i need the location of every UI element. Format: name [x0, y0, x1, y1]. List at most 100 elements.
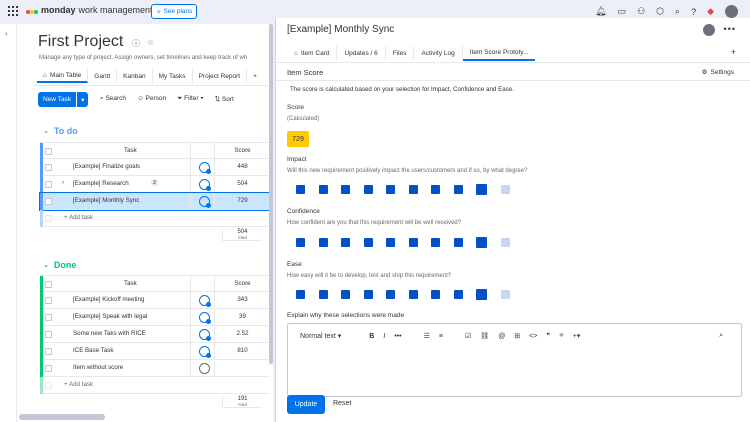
checklist-icon[interactable]: ☑ [465, 332, 471, 340]
item-title[interactable]: [Example] Monthly Sync [287, 24, 394, 35]
bell-icon[interactable]: 🔔︎ [595, 6, 606, 17]
settings-button[interactable]: ⚙ Settings [702, 68, 734, 77]
scale-option-10[interactable] [500, 290, 510, 299]
task-name[interactable]: [Example] Kickoff meeting [73, 296, 144, 303]
scale-option-2[interactable] [318, 185, 328, 194]
scale-option-4[interactable] [363, 238, 373, 247]
update-button[interactable]: Update [287, 395, 325, 414]
more-options-icon[interactable]: ••• [724, 24, 736, 34]
tab-updates[interactable]: Updates / 6 [337, 46, 386, 61]
new-task-button[interactable]: New Task ▾ [38, 92, 89, 107]
header-task[interactable]: Task [124, 147, 137, 154]
avatar[interactable] [702, 23, 716, 37]
scale-option-5[interactable] [386, 290, 395, 299]
table-row[interactable]: › [Example] Research 2 504 [40, 176, 270, 193]
inbox-icon[interactable]: ▭ [618, 6, 627, 17]
task-name[interactable]: [Example] Research [73, 180, 129, 187]
table-row[interactable]: [Example] Speak with legal 39 [40, 309, 270, 326]
scale-option-2[interactable] [318, 238, 328, 247]
mention-icon[interactable]: @ [498, 333, 505, 340]
filter-button[interactable]: ⏷ Filter ▾ [177, 95, 203, 103]
score-cell[interactable]: 39 [215, 313, 270, 320]
table-row[interactable]: [Example] Finalize goals 448 [40, 159, 270, 176]
scale-option-6[interactable] [408, 185, 418, 194]
scale-option-2[interactable] [318, 290, 328, 299]
invite-icon[interactable]: ⚇ [637, 6, 645, 17]
scale-option-8[interactable] [453, 290, 463, 299]
score-cell[interactable]: 448 [215, 163, 270, 170]
ai-icon[interactable]: ⟡ [559, 332, 564, 340]
table-row[interactable]: Some new Taks with RICE 2.52 [40, 326, 270, 343]
row-checkbox[interactable] [45, 314, 52, 321]
header-score[interactable]: Score [215, 280, 270, 287]
row-checkbox[interactable] [45, 331, 52, 338]
chevron-down-icon[interactable]: ⌄ [43, 261, 49, 269]
tab-gantt[interactable]: Gantt [88, 69, 118, 83]
user-avatar[interactable] [725, 5, 738, 18]
scale-option-7[interactable] [431, 290, 440, 299]
task-name[interactable]: [Example] Speak with legal [73, 313, 147, 320]
vertical-scrollbar[interactable] [269, 24, 273, 364]
search-icon[interactable]: ⌕ [675, 6, 680, 17]
tab-project-report[interactable]: Project Report [193, 69, 248, 83]
header-task[interactable]: Task [124, 280, 137, 287]
scale-option-4[interactable] [363, 185, 373, 194]
score-cell[interactable]: 729 [215, 197, 270, 204]
person-button[interactable]: ☺ Person [137, 95, 166, 103]
italic-icon[interactable]: I [383, 333, 385, 340]
scale-option-6[interactable] [408, 238, 418, 247]
bold-icon[interactable]: B [369, 333, 374, 340]
score-cell[interactable]: 2.52 [215, 330, 270, 337]
text-style-dropdown[interactable]: Normal text ▾ [300, 332, 341, 340]
bullet-list-icon[interactable]: ☰ [424, 332, 430, 340]
tab-item-card[interactable]: ⌂ Item Card [287, 46, 338, 61]
row-checkbox[interactable] [45, 382, 52, 389]
scale-option-8[interactable] [453, 238, 463, 247]
expand-subitems-icon[interactable]: › [62, 180, 64, 186]
score-cell[interactable]: 343 [215, 296, 270, 303]
add-view-button[interactable]: + [247, 69, 263, 83]
task-name[interactable]: [Example] Monthly Sync [73, 197, 139, 204]
person-cell[interactable] [190, 159, 215, 176]
help-icon[interactable]: ? [691, 7, 696, 17]
scale-option-1[interactable] [296, 290, 305, 299]
scale-option-3[interactable] [341, 238, 350, 247]
code-icon[interactable]: <> [529, 333, 537, 340]
tab-item-score[interactable]: Item Score Prototy... [462, 46, 536, 61]
search-button[interactable]: ⌕ Search [100, 95, 126, 103]
person-cell[interactable] [190, 193, 215, 210]
rich-text-editor[interactable]: Normal text ▾ B I ••• ☰ ≡ ☑ ⛓ @ ⊞ <> ❞ ⟡… [287, 323, 742, 397]
score-cell[interactable]: 504 [215, 180, 270, 187]
search-icon[interactable]: ⌕ [719, 332, 723, 340]
row-checkbox[interactable] [45, 181, 52, 188]
apps-icon[interactable]: ⬡ [656, 6, 664, 17]
table-row[interactable]: ICE Base Task 810 [40, 343, 270, 360]
chevron-down-icon[interactable]: ⌄ [43, 127, 49, 135]
brand-logo[interactable]: monday work management [26, 5, 153, 15]
tab-my-tasks[interactable]: My Tasks [153, 69, 193, 83]
quote-icon[interactable]: ❞ [546, 332, 550, 340]
link-icon[interactable]: ⛓ [480, 332, 489, 340]
scale-option-5[interactable] [386, 238, 395, 247]
person-cell[interactable] [190, 326, 215, 343]
star-icon[interactable]: ☆ [147, 38, 154, 49]
person-cell[interactable] [190, 292, 215, 309]
scale-option-7[interactable] [431, 185, 440, 194]
task-name[interactable]: Item without score [73, 364, 123, 371]
apps-grid-icon[interactable] [8, 6, 18, 16]
scale-option-6[interactable] [408, 290, 418, 299]
table-row-selected[interactable]: [Example] Monthly Sync 729 [39, 192, 271, 211]
marketplace-icon[interactable]: ◆ [707, 6, 714, 17]
scale-option-5[interactable] [386, 185, 395, 194]
add-tab-icon[interactable]: + [731, 47, 736, 57]
add-task-label[interactable]: + Add task [64, 214, 93, 221]
select-all-checkbox[interactable] [45, 148, 52, 155]
info-icon[interactable]: ⓘ [132, 38, 140, 49]
scale-option-1[interactable] [296, 185, 305, 194]
person-cell[interactable] [190, 360, 215, 377]
scale-option-7[interactable] [431, 238, 440, 247]
scale-option-8[interactable] [453, 185, 463, 194]
scale-option-4[interactable] [363, 290, 373, 299]
sort-button[interactable]: ⇅ Sort [215, 95, 234, 103]
row-checkbox[interactable] [45, 164, 52, 171]
